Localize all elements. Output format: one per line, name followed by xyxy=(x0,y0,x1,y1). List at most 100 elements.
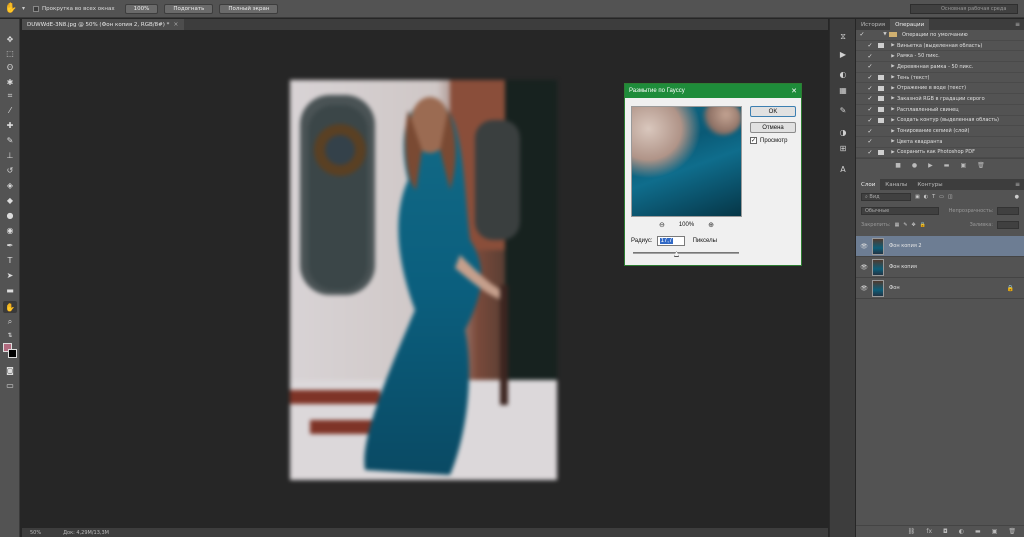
checkmark-icon[interactable]: ✓ xyxy=(864,95,876,102)
filter-toggle-icon[interactable]: ● xyxy=(1015,194,1019,200)
action-item[interactable]: ✓ ▶ Цвета квадранта xyxy=(856,137,1024,148)
checkmark-icon[interactable]: ✓ xyxy=(864,42,876,49)
collapsed-triangle-icon[interactable]: ▶ xyxy=(889,118,897,123)
adjustment-layer-icon[interactable]: ◐ xyxy=(959,528,964,535)
new-action-icon[interactable]: ▣ xyxy=(960,162,966,169)
dialog-toggle[interactable] xyxy=(878,54,884,59)
blur-preview-window[interactable] xyxy=(631,106,742,217)
tab-layers[interactable]: Слои xyxy=(856,179,881,190)
add-mask-icon[interactable]: ◘ xyxy=(943,528,948,535)
action-item[interactable]: ✓ ▶ Заказной RGB в градации серого xyxy=(856,94,1024,105)
new-layer-icon[interactable]: ▣ xyxy=(992,528,998,535)
checkmark-icon[interactable]: ✓ xyxy=(864,128,876,135)
action-item[interactable]: ✓ ▶ Сохранить как Photoshop PDF xyxy=(856,148,1024,159)
fill-screen-button[interactable]: Полный экран xyxy=(219,3,279,14)
ok-button[interactable]: OK xyxy=(750,106,796,117)
healing-brush-tool-icon[interactable]: ✚ xyxy=(3,119,17,131)
dodge-tool-icon[interactable]: ◉ xyxy=(3,224,17,236)
document-tab[interactable]: DUWWdE-3N8.jpg @ 50% (Фон копия 2, RGB/8… xyxy=(22,19,185,30)
checkmark-icon[interactable]: ✓ xyxy=(864,85,876,92)
radius-input[interactable]: 17,7 xyxy=(656,236,685,246)
close-tab-icon[interactable]: × xyxy=(173,21,178,28)
link-layers-icon[interactable]: ⛓ xyxy=(908,528,916,535)
dialog-toggle[interactable] xyxy=(878,96,884,102)
swap-colors-icon[interactable]: ⇅ xyxy=(3,329,17,341)
tab-paths[interactable]: Контуры xyxy=(912,179,947,190)
zoom-tool-icon[interactable]: ⌕ xyxy=(3,316,17,328)
layer-name[interactable]: Фон копия 2 xyxy=(889,243,922,249)
brush-tool-icon[interactable]: ✎ xyxy=(3,134,17,146)
marquee-tool-icon[interactable]: ⬚ xyxy=(3,47,17,59)
new-set-icon[interactable]: ▬ xyxy=(944,162,950,169)
layer-row[interactable]: 👁 Фон 🔒 xyxy=(856,278,1024,299)
layer-thumbnail[interactable] xyxy=(872,279,884,297)
dialog-toggle[interactable] xyxy=(878,107,884,113)
actual-pixels-button[interactable]: 100% xyxy=(124,3,159,14)
dialog-toggle[interactable] xyxy=(878,43,884,49)
color-panel-icon[interactable]: ◐ xyxy=(837,69,849,80)
checkmark-icon[interactable]: ✓ xyxy=(864,106,876,113)
visibility-eye-icon[interactable]: 👁 xyxy=(856,264,872,271)
lock-position-icon[interactable]: ✥ xyxy=(912,222,916,228)
action-item[interactable]: ✓ ▶ Создать контур (выделенная область) xyxy=(856,116,1024,127)
preview-checkbox[interactable]: ✓ xyxy=(750,137,757,144)
layer-row[interactable]: 👁 Фон копия xyxy=(856,257,1024,278)
layer-thumbnail[interactable] xyxy=(872,237,884,255)
collapsed-triangle-icon[interactable]: ▶ xyxy=(889,86,897,91)
quick-mask-icon[interactable]: ◙ xyxy=(3,364,17,376)
dialog-toggle[interactable] xyxy=(878,129,884,134)
opacity-field[interactable] xyxy=(997,207,1019,215)
filter-smart-icon[interactable]: ◫ xyxy=(948,194,953,200)
action-item[interactable]: ✓ ▶ Виньетка (выделенная область) xyxy=(856,41,1024,52)
fit-screen-button[interactable]: Подогнать xyxy=(164,3,214,14)
hand-tool-icon[interactable]: ✋ xyxy=(0,1,22,17)
move-tool-icon[interactable]: ✥ xyxy=(3,33,17,45)
stop-icon[interactable]: ■ xyxy=(895,162,901,169)
checkmark-icon[interactable]: ✓ xyxy=(864,117,876,124)
expand-triangle-icon[interactable]: ▼ xyxy=(881,32,889,37)
action-set-row[interactable]: ✓ ▼ Операции по умолчанию xyxy=(856,30,1024,41)
tab-actions[interactable]: Операции xyxy=(890,19,930,30)
path-selection-tool-icon[interactable]: ➤ xyxy=(3,269,17,281)
cancel-button[interactable]: Отмена xyxy=(750,122,796,133)
filter-shape-icon[interactable]: ▭ xyxy=(939,194,944,200)
dialog-toggle[interactable] xyxy=(878,117,884,123)
radius-value[interactable]: 17,7 xyxy=(659,238,674,244)
layer-row[interactable]: 👁 Фон копия 2 xyxy=(856,236,1024,257)
shape-tool-icon[interactable]: ▬ xyxy=(3,284,17,296)
trash-icon[interactable]: 🗑 xyxy=(1008,528,1016,535)
filter-pixel-icon[interactable]: ▣ xyxy=(915,194,920,200)
history-brush-tool-icon[interactable]: ↺ xyxy=(3,164,17,176)
swatches-panel-icon[interactable]: ▦ xyxy=(837,85,849,96)
lasso-tool-icon[interactable]: ʘ xyxy=(3,61,17,73)
collapsed-triangle-icon[interactable]: ▶ xyxy=(889,107,897,112)
blend-mode-dropdown[interactable]: Обычные xyxy=(861,207,939,215)
tool-preset-dropdown-icon[interactable]: ▾ xyxy=(22,5,25,12)
panel-menu-icon[interactable]: ≡ xyxy=(1015,179,1024,190)
dialog-toggle[interactable] xyxy=(878,64,884,69)
character-panel-icon[interactable]: A xyxy=(837,164,849,175)
crop-tool-icon[interactable]: ⌗ xyxy=(3,90,17,102)
collapsed-triangle-icon[interactable]: ▶ xyxy=(889,139,897,144)
brush-panel-icon[interactable]: ✎ xyxy=(837,105,849,116)
visibility-eye-icon[interactable]: 👁 xyxy=(856,243,872,250)
action-item[interactable]: ✓ ▶ Расплавленный свинец xyxy=(856,105,1024,116)
collapsed-triangle-icon[interactable]: ▶ xyxy=(889,129,897,134)
scroll-all-windows-checkbox[interactable] xyxy=(33,5,40,12)
collapsed-triangle-icon[interactable]: ▶ xyxy=(889,150,897,155)
action-item[interactable]: ✓ ▶ Деревянная рамка - 50 пикс. xyxy=(856,62,1024,73)
lock-transparency-icon[interactable]: ▦ xyxy=(895,222,900,228)
screen-mode-icon[interactable]: ▭ xyxy=(3,379,17,391)
filter-type-icon[interactable]: T xyxy=(932,194,935,200)
layer-style-icon[interactable]: fx xyxy=(926,528,932,535)
pen-tool-icon[interactable]: ✒ xyxy=(3,239,17,251)
lock-all-icon[interactable]: 🔒 xyxy=(920,222,926,228)
action-item[interactable]: ✓ ▶ Тень (текст) xyxy=(856,73,1024,84)
layer-thumbnail[interactable] xyxy=(872,258,884,276)
checkmark-icon[interactable]: ✓ xyxy=(856,31,868,38)
zoom-out-icon[interactable]: ⊖ xyxy=(659,221,665,229)
close-icon[interactable]: ✕ xyxy=(787,87,801,95)
new-group-icon[interactable]: ▬ xyxy=(975,528,981,535)
lock-pixels-icon[interactable]: ✎ xyxy=(903,222,907,228)
checkmark-icon[interactable]: ✓ xyxy=(864,138,876,145)
